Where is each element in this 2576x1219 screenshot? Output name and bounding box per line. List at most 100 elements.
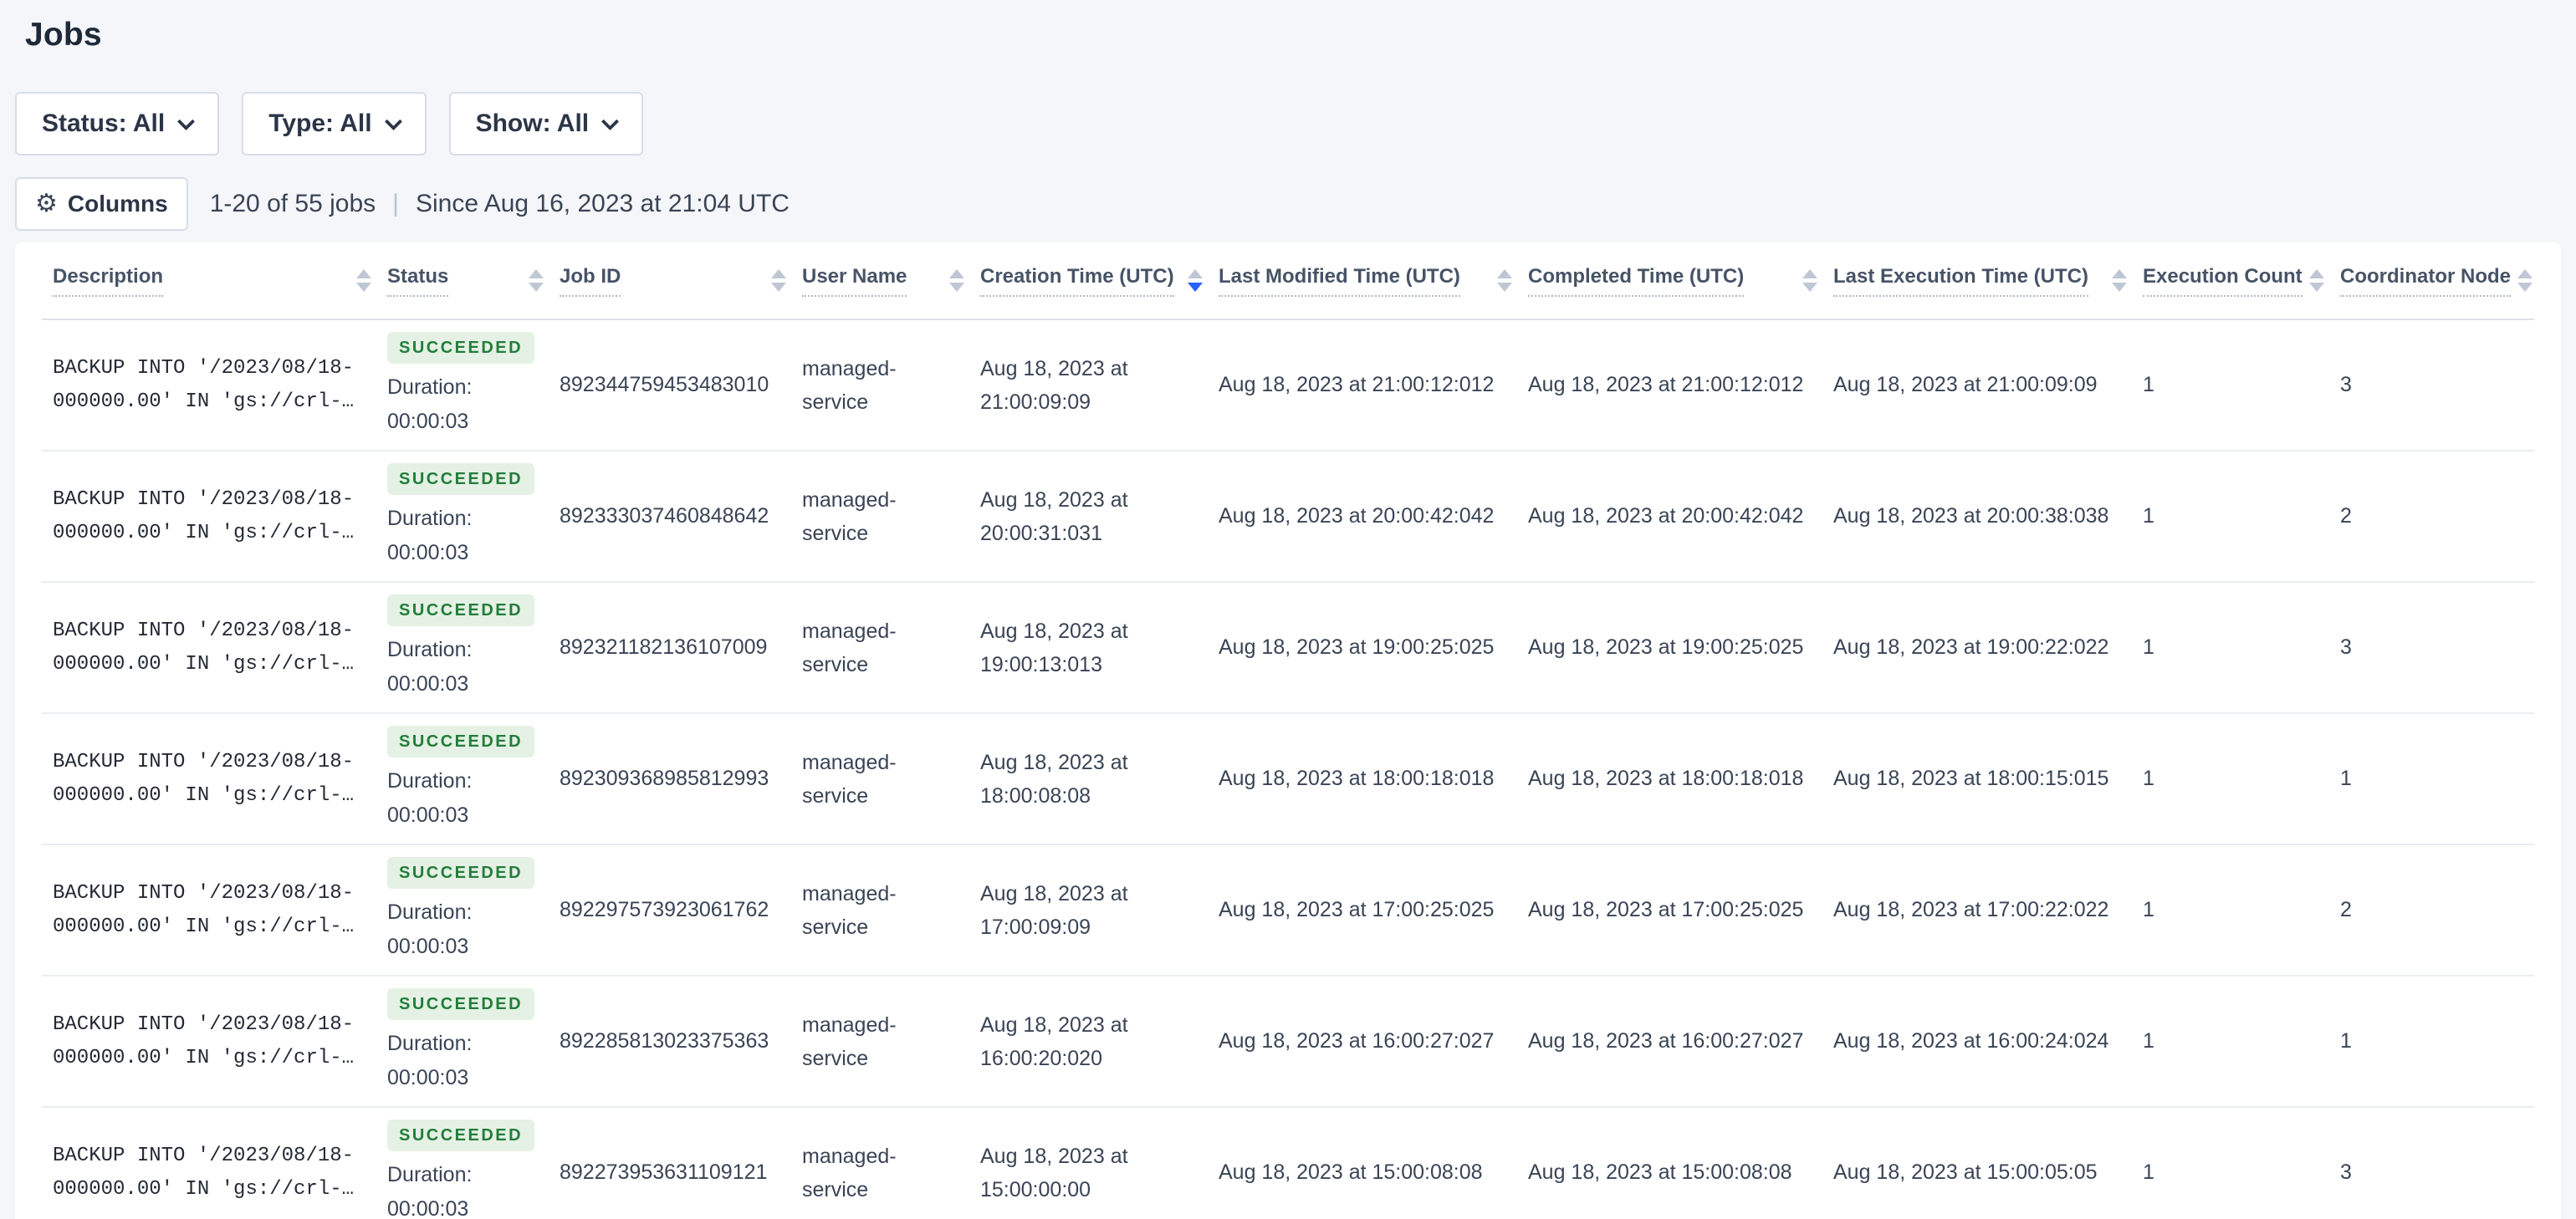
sort-asc-icon	[1802, 269, 1817, 278]
job-description[interactable]: BACKUP INTO '/2023/08/18- 000000.00' IN …	[53, 746, 371, 813]
job-id: 892344759453483010	[560, 373, 769, 396]
status-badge: SUCCEEDED	[387, 462, 535, 495]
sort-control[interactable]	[949, 269, 964, 292]
status-filter-dropdown[interactable]: Status: All	[15, 92, 220, 156]
last-modified-time: Aug 18, 2023 at 16:00:27:027	[1219, 1029, 1495, 1053]
table-toolbar: ⚙ Columns 1-20 of 55 jobs | Since Aug 16…	[15, 177, 2561, 231]
job-description[interactable]: BACKUP INTO '/2023/08/18- 000000.00' IN …	[53, 1008, 371, 1075]
job-description[interactable]: BACKUP INTO '/2023/08/18- 000000.00' IN …	[53, 1140, 371, 1206]
table-row[interactable]: BACKUP INTO '/2023/08/18- 000000.00' IN …	[42, 451, 2534, 583]
column-header-coordinator-node[interactable]: Coordinator Node	[2329, 242, 2534, 320]
last-modified-time: Aug 18, 2023 at 19:00:25:025	[1219, 635, 1495, 659]
sort-control[interactable]	[2112, 269, 2127, 292]
column-label-last-modified-time: Last Modified Time (UTC)	[1219, 265, 1460, 297]
columns-button[interactable]: ⚙ Columns	[15, 177, 188, 231]
chevron-down-icon	[177, 112, 196, 130]
table-row[interactable]: BACKUP INTO '/2023/08/18- 000000.00' IN …	[42, 1107, 2534, 1219]
last-modified-time: Aug 18, 2023 at 20:00:42:042	[1219, 504, 1495, 528]
column-header-execution-count[interactable]: Execution Count	[2132, 242, 2329, 320]
table-row[interactable]: BACKUP INTO '/2023/08/18- 000000.00' IN …	[42, 976, 2534, 1108]
status-badge: SUCCEEDED	[387, 331, 535, 364]
completed-time: Aug 18, 2023 at 21:00:12:012	[1528, 373, 1804, 396]
sort-desc-icon	[1188, 283, 1203, 292]
chevron-down-icon	[601, 112, 620, 130]
table-row[interactable]: BACKUP INTO '/2023/08/18- 000000.00' IN …	[42, 713, 2534, 845]
jobs-table-card: Description Status Job ID User Name Creation…	[15, 242, 2561, 1219]
job-description[interactable]: BACKUP INTO '/2023/08/18- 000000.00' IN …	[53, 352, 371, 419]
column-label-description: Description	[53, 265, 164, 297]
chevron-down-icon	[384, 112, 402, 130]
sort-desc-icon	[529, 283, 544, 292]
user-name: managed- service	[802, 1144, 897, 1201]
status-filter-label: Status: All	[42, 110, 166, 137]
sort-asc-icon	[2517, 269, 2533, 278]
column-header-user-name[interactable]: User Name	[791, 242, 969, 320]
table-row[interactable]: BACKUP INTO '/2023/08/18- 000000.00' IN …	[42, 844, 2534, 977]
column-header-last-modified-time[interactable]: Last Modified Time (UTC)	[1208, 242, 1517, 320]
last-execution-time: Aug 18, 2023 at 17:00:22:022	[1833, 898, 2109, 921]
type-filter-label: Type: All	[268, 110, 372, 137]
coordinator-node: 2	[2340, 504, 2352, 528]
execution-count: 1	[2143, 373, 2154, 396]
jobs-count-text: 1-20 of 55 jobs	[209, 190, 376, 217]
sort-control[interactable]	[1497, 269, 1512, 292]
type-filter-dropdown[interactable]: Type: All	[242, 92, 427, 156]
column-header-last-execution-time[interactable]: Last Execution Time (UTC)	[1822, 242, 2132, 320]
last-execution-time: Aug 18, 2023 at 21:00:09:09	[1833, 373, 2098, 396]
creation-time: Aug 18, 2023 at 21:00:09:09	[980, 356, 1128, 414]
duration-label: Duration:	[387, 637, 473, 661]
sort-asc-icon	[529, 269, 544, 278]
last-modified-time: Aug 18, 2023 at 15:00:08:08	[1219, 1160, 1483, 1184]
job-description[interactable]: BACKUP INTO '/2023/08/18- 000000.00' IN …	[53, 483, 371, 550]
execution-count: 1	[2143, 1160, 2154, 1184]
creation-time: Aug 18, 2023 at 18:00:08:08	[980, 750, 1128, 808]
user-name: managed- service	[802, 750, 897, 808]
job-id: 892285813023375363	[560, 1029, 769, 1053]
job-description[interactable]: BACKUP INTO '/2023/08/18- 000000.00' IN …	[53, 877, 371, 944]
status-badge: SUCCEEDED	[387, 856, 535, 889]
table-row[interactable]: BACKUP INTO '/2023/08/18- 000000.00' IN …	[42, 582, 2534, 714]
sort-control[interactable]	[356, 269, 371, 292]
completed-time: Aug 18, 2023 at 15:00:08:08	[1528, 1160, 1792, 1184]
sort-desc-icon	[356, 283, 371, 292]
duration-value: 00:00:03	[387, 671, 469, 696]
column-header-job-id[interactable]: Job ID	[549, 242, 791, 320]
column-label-completed-time: Completed Time (UTC)	[1528, 265, 1745, 297]
completed-time: Aug 18, 2023 at 19:00:25:025	[1528, 635, 1804, 659]
column-header-completed-time[interactable]: Completed Time (UTC)	[1517, 242, 1822, 320]
column-header-creation-time[interactable]: Creation Time (UTC)	[969, 242, 1208, 320]
coordinator-node: 3	[2340, 373, 2352, 396]
creation-time: Aug 18, 2023 at 20:00:31:031	[980, 487, 1128, 545]
sort-desc-icon	[2309, 283, 2324, 292]
sort-control[interactable]	[771, 269, 786, 292]
creation-time: Aug 18, 2023 at 17:00:09:09	[980, 881, 1128, 939]
column-label-last-execution-time: Last Execution Time (UTC)	[1833, 265, 2088, 297]
last-execution-time: Aug 18, 2023 at 19:00:22:022	[1833, 635, 2109, 659]
sort-desc-icon	[949, 283, 964, 292]
duration-label: Duration:	[387, 375, 473, 399]
sort-control[interactable]	[529, 269, 544, 292]
filter-bar: Status: All Type: All Show: All	[15, 92, 2561, 156]
user-name: managed- service	[802, 619, 897, 676]
show-filter-label: Show: All	[475, 110, 590, 137]
sort-control[interactable]	[1188, 269, 1203, 292]
user-name: managed- service	[802, 487, 897, 545]
status-badge: SUCCEEDED	[387, 594, 535, 626]
column-header-description[interactable]: Description	[42, 242, 376, 320]
sort-asc-icon	[2112, 269, 2127, 278]
sort-control[interactable]	[2309, 269, 2324, 292]
status-badge: SUCCEEDED	[387, 1119, 535, 1151]
table-header-row: Description Status Job ID User Name Creation…	[42, 242, 2534, 320]
completed-time: Aug 18, 2023 at 18:00:18:018	[1528, 767, 1804, 790]
sort-control[interactable]	[2517, 269, 2533, 292]
show-filter-dropdown[interactable]: Show: All	[448, 92, 644, 156]
job-description[interactable]: BACKUP INTO '/2023/08/18- 000000.00' IN …	[53, 615, 371, 681]
page-title: Jobs	[25, 17, 102, 53]
column-header-status[interactable]: Status	[376, 242, 549, 320]
job-id: 892309368985812993	[560, 767, 769, 790]
sort-control[interactable]	[1802, 269, 1817, 292]
execution-count: 1	[2143, 635, 2154, 659]
table-row[interactable]: BACKUP INTO '/2023/08/18- 000000.00' IN …	[42, 319, 2534, 451]
creation-time: Aug 18, 2023 at 16:00:20:020	[980, 1012, 1128, 1070]
sort-asc-icon	[1497, 269, 1512, 278]
